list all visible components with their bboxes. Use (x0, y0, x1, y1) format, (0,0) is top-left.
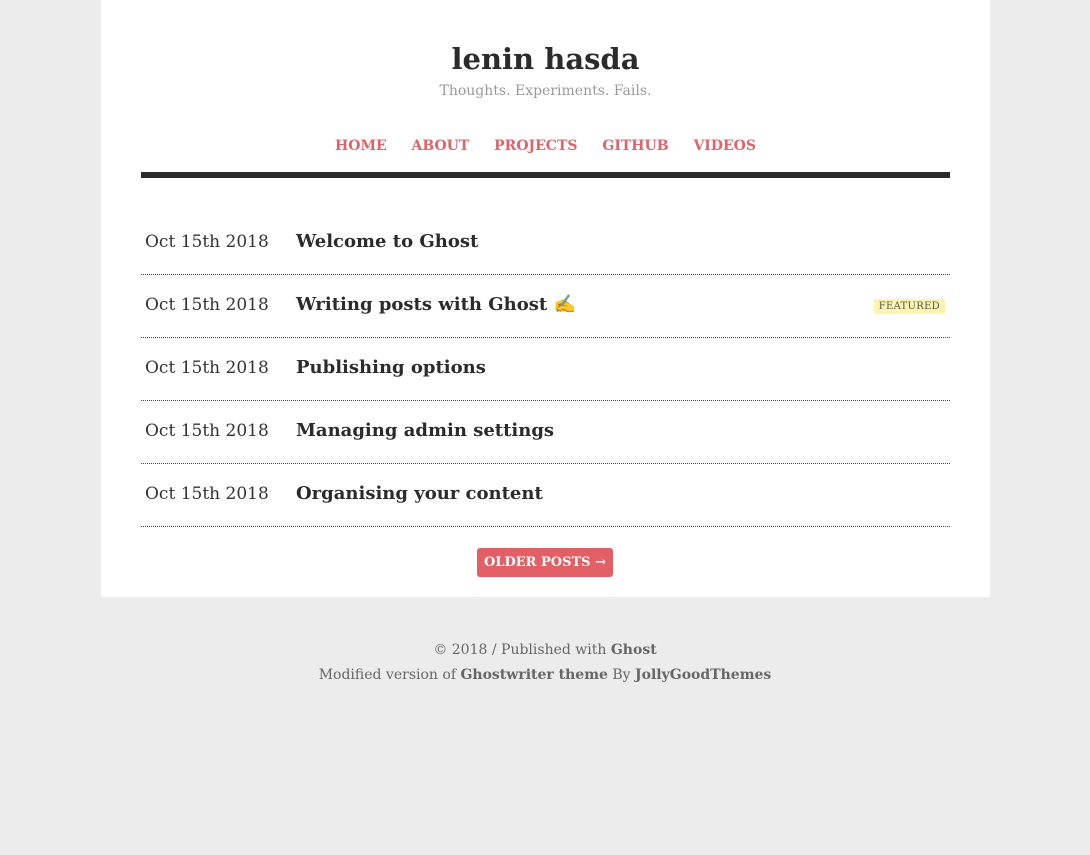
post-date: Oct 15th 2018 (145, 421, 269, 441)
site-title[interactable]: lenin hasda (101, 42, 990, 76)
footer-copyright: © 2018 / Published with (433, 642, 607, 658)
footer-line-1: © 2018 / Published with Ghost (0, 638, 1090, 663)
footer-ghost-link[interactable]: Ghost (611, 642, 657, 658)
post-title-link[interactable]: Publishing options (296, 357, 486, 378)
footer-author-link[interactable]: JollyGoodThemes (635, 667, 771, 683)
main-nav: HOME ABOUT PROJECTS GITHUB VIDEOS (101, 138, 990, 154)
footer-theme-link[interactable]: Ghostwriter theme (460, 667, 607, 683)
post-row[interactable]: Oct 15th 2018 Organising your content (141, 464, 950, 527)
site-tagline: Thoughts. Experiments. Fails. (439, 83, 652, 99)
main-card: lenin hasda Thoughts. Experiments. Fails… (101, 0, 990, 597)
nav-item-github[interactable]: GITHUB (602, 138, 668, 154)
site-footer: © 2018 / Published with Ghost Modified v… (0, 638, 1090, 688)
featured-badge: FEATURED (873, 299, 945, 314)
footer-by-text: By (612, 667, 631, 683)
nav-item-projects[interactable]: PROJECTS (494, 138, 577, 154)
post-title-link[interactable]: Managing admin settings (296, 420, 554, 441)
footer-line-2: Modified version of Ghostwriter theme By… (0, 663, 1090, 688)
post-title-link[interactable]: Organising your content (296, 483, 543, 504)
footer-modified-text: Modified version of (318, 667, 456, 683)
post-date: Oct 15th 2018 (145, 295, 269, 315)
post-list: Oct 15th 2018 Welcome to Ghost Oct 15th … (141, 212, 950, 527)
post-title-link[interactable]: Writing posts with Ghost ✍️ (296, 294, 576, 315)
nav-item-about[interactable]: ABOUT (412, 138, 470, 154)
post-title-link[interactable]: Welcome to Ghost (296, 231, 478, 252)
post-row[interactable]: Oct 15th 2018 Managing admin settings (141, 401, 950, 464)
post-row[interactable]: Oct 15th 2018 Publishing options (141, 338, 950, 401)
older-posts-button[interactable]: OLDER POSTS → (477, 548, 613, 577)
post-date: Oct 15th 2018 (145, 484, 269, 504)
post-date: Oct 15th 2018 (145, 232, 269, 252)
post-row[interactable]: Oct 15th 2018 Welcome to Ghost (141, 212, 950, 275)
post-row[interactable]: Oct 15th 2018 Writing posts with Ghost ✍… (141, 275, 950, 338)
post-date: Oct 15th 2018 (145, 358, 269, 378)
nav-divider (141, 172, 950, 178)
nav-item-videos[interactable]: VIDEOS (693, 138, 756, 154)
nav-item-home[interactable]: HOME (335, 138, 387, 154)
